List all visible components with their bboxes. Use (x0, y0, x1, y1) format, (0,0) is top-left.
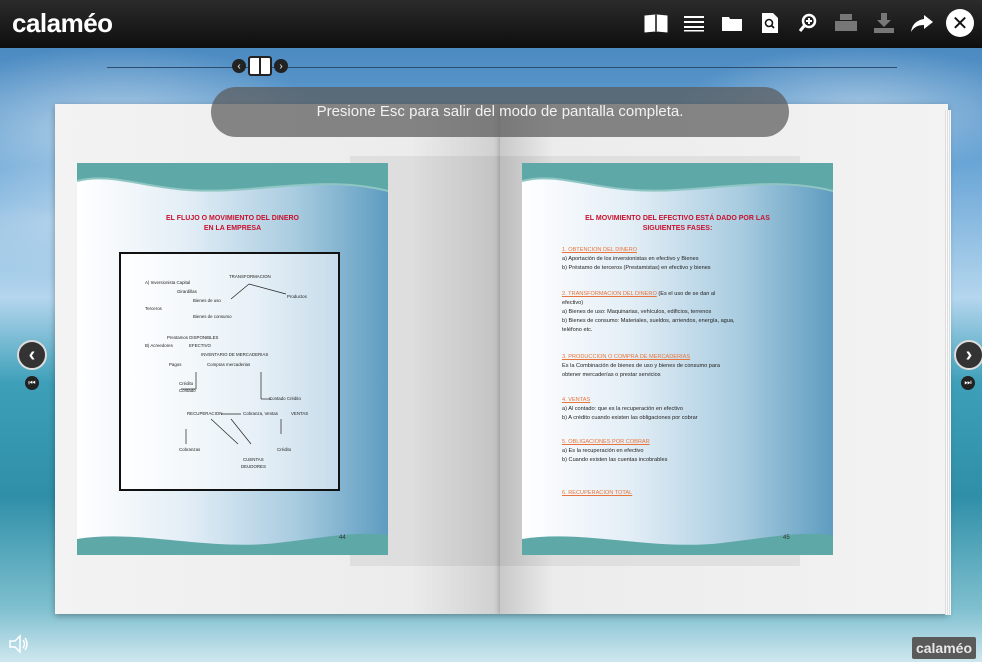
phase-line: teléfono etc. (562, 327, 593, 333)
prev-page-button[interactable]: ‹ (17, 340, 47, 370)
phase-section: 2. TRANSFORMACION DEL DINERO (Es el uso … (562, 290, 802, 335)
phase-line: a) Aportación de los inversionistas en e… (562, 256, 699, 262)
phase-heading: 1. OBTENCION DEL DINERO (562, 247, 638, 253)
scrubber-prev-icon[interactable]: ‹ (232, 59, 246, 73)
share-icon[interactable] (908, 9, 936, 37)
diagram-label: EFECTIVO (189, 343, 211, 348)
diagram-label: Cobranzas (179, 447, 201, 452)
right-slide-title-1: EL MOVIMIENTO DEL EFECTIVO ESTÁ DADO POR… (585, 215, 770, 222)
book-spread: EL FLUJO O MOVIMIENTO DEL DINERO EN LA E… (55, 104, 951, 615)
diagram-label: CUENTAS (243, 457, 264, 462)
next-page-button[interactable]: › (954, 340, 982, 370)
phase-section: 1. OBTENCION DEL DINERO a) Aportación de… (562, 246, 802, 273)
diagram-label: RECUPERACION (187, 411, 223, 416)
right-slide-title-2: SIGUIENTES FASES: (642, 225, 713, 232)
phase-heading: 3. PRODUCCION O COMPRA DE MERCADERIAS (562, 354, 691, 360)
page-mode-control: ‹ › (232, 56, 288, 76)
calameo-brand-badge[interactable]: calaméo (912, 637, 976, 659)
right-slide: EL MOVIMIENTO DEL EFECTIVO ESTÁ DADO POR… (522, 163, 833, 555)
phase-section: 6. RECUPERACION TOTAL (562, 489, 802, 498)
phase-line: obtener mercaderías o prestar servicios (562, 372, 661, 378)
phase-heading: 5. OBLIGACIONES POR COBRAR (562, 439, 650, 445)
diagram-label: Terceros (145, 306, 162, 311)
diagram-label: Crédito (179, 381, 194, 386)
diagram-label: TRANSFORMACION (229, 274, 271, 279)
phase-line: Es la Combinación de bienes de uso y bie… (562, 363, 720, 369)
diagram-label: DEUDORES (241, 464, 266, 469)
left-slide-title-1: EL FLUJO O MOVIMIENTO DEL DINERO (165, 215, 299, 222)
diagram-label: Compras mercaderias (207, 362, 251, 367)
diagram-label: Contado Crédito (269, 396, 301, 401)
phase-line: efectivo) (562, 300, 584, 306)
toolbar-tools: ✕ (642, 9, 974, 37)
diagram-label: Pagos (169, 362, 182, 367)
diagram-label: Cobranza, Ventas (243, 411, 278, 416)
phase-line: a) Al contado: que es la recuperación en… (562, 406, 683, 412)
diagram-label: B) Acreedores (145, 343, 173, 348)
scrubber-book-icon[interactable] (248, 56, 272, 76)
slide-top-wave (522, 163, 833, 192)
phase-line: b) Cuando existen las cuentas incobrable… (562, 457, 668, 463)
close-icon[interactable]: ✕ (946, 9, 974, 37)
book-view-icon[interactable] (642, 9, 670, 37)
zoom-icon[interactable] (794, 9, 822, 37)
page-number: 45 (783, 535, 790, 541)
fullscreen-toast: Presione Esc para salir del modo de pant… (211, 87, 789, 137)
diagram-label: INVENTARIO DE MERCADERIAS (201, 352, 269, 357)
phase-line: b) Bienes de consumo: Materiales, sueldo… (562, 318, 735, 324)
left-slide: EL FLUJO O MOVIMIENTO DEL DINERO EN LA E… (77, 163, 388, 555)
left-slide-title-2: EN LA EMPRESA (203, 225, 262, 232)
phase-line: b) A crédito cuando existen las obligaci… (562, 415, 698, 421)
phase-line: b) Préstamo de terceros (Prestamistas) e… (562, 265, 711, 271)
diagram-label: Prestamos DISPONIBLES (167, 335, 219, 340)
page-scrubber-line[interactable] (107, 67, 897, 68)
phase-heading-tail: (Es el uso de se dan al (656, 291, 716, 297)
scrubber-next-icon[interactable]: › (274, 59, 288, 73)
calameo-logo[interactable]: calaméo (12, 8, 113, 39)
diagram-label: Bienes de uso (193, 298, 221, 303)
phase-heading: 4. VENTAS (562, 397, 591, 403)
download-icon[interactable] (870, 9, 898, 37)
sound-icon[interactable] (8, 634, 30, 660)
page-edge-stack (945, 110, 951, 615)
diagram-label: Bienes de consumo (193, 314, 232, 319)
first-page-button[interactable]: ⏮ (25, 376, 39, 390)
diagram-label: Productos (287, 294, 307, 299)
phase-section: 3. PRODUCCION O COMPRA DE MERCADERIAS Es… (562, 353, 802, 380)
phase-line: a) Bienes de uso: Maquinarias, vehículos… (562, 309, 712, 315)
slide-top-wave (77, 163, 388, 192)
page-number: 44 (339, 535, 346, 541)
search-doc-icon[interactable] (756, 9, 784, 37)
diagram-label: VENTAS (291, 411, 309, 416)
phase-section: 5. OBLIGACIONES POR COBRAR a) Es la recu… (562, 438, 802, 465)
cash-flow-diagram: A) Inversionista Capital TRANSFORMACION … (119, 252, 340, 491)
diagram-label: Crédito (277, 447, 292, 452)
diagram-arrows (181, 283, 287, 445)
diagram-label: A) Inversionista Capital (145, 280, 191, 285)
phase-heading: 2. TRANSFORMACION DEL DINERO (562, 291, 657, 297)
diagram-label: Girardillas (177, 289, 197, 294)
last-page-button[interactable]: ⏭ (961, 376, 975, 390)
print-icon[interactable] (832, 9, 860, 37)
folder-icon[interactable] (718, 9, 746, 37)
diagram-label: Contado (179, 388, 196, 393)
phase-line: a) Es la recuperación en efectivo (562, 448, 644, 454)
list-view-icon[interactable] (680, 9, 708, 37)
phase-section: 4. VENTAS a) Al contado: que es la recup… (562, 396, 802, 423)
top-toolbar: calaméo ✕ (0, 0, 982, 48)
phase-heading: 6. RECUPERACION TOTAL (562, 490, 633, 496)
